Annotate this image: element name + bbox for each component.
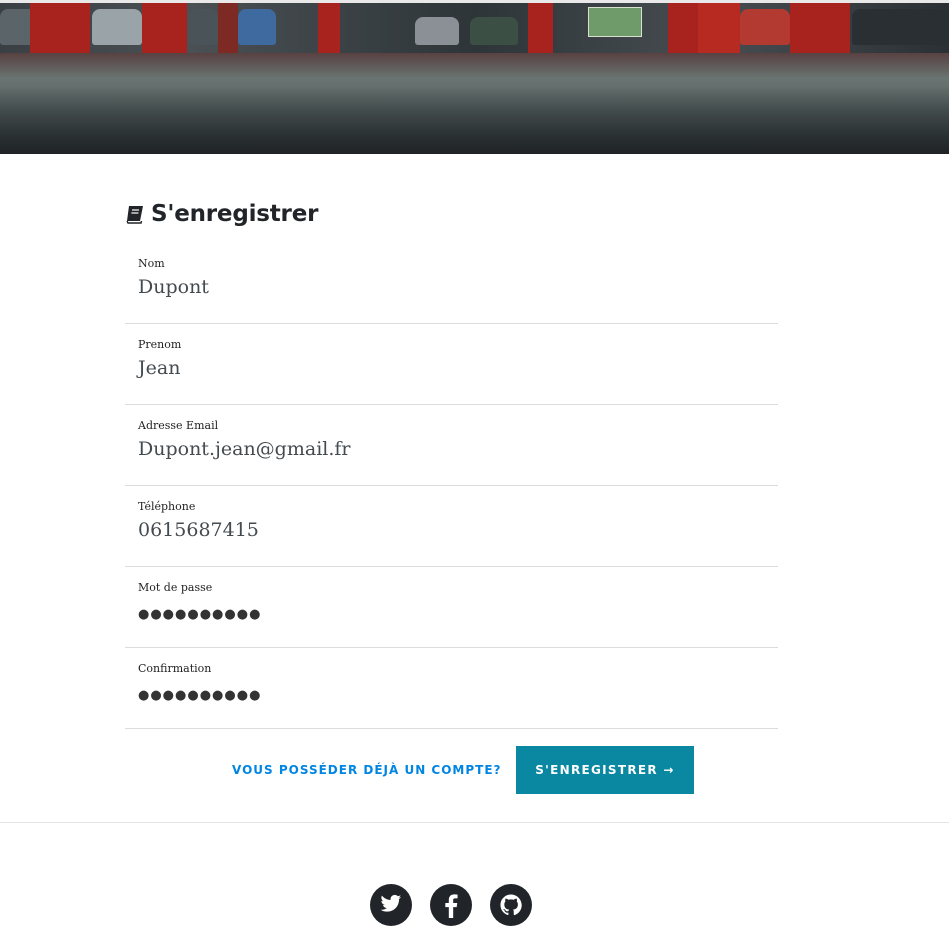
- page-title-text: S'enregistrer: [151, 201, 319, 227]
- nom-field[interactable]: Nom Dupont: [125, 242, 778, 324]
- pillar-shape: [30, 3, 90, 53]
- email-label: Adresse Email: [138, 419, 219, 432]
- github-icon[interactable]: [490, 884, 532, 926]
- password-field[interactable]: Mot de passe ●●●●●●●●●●: [125, 566, 778, 648]
- wall-sign: [588, 7, 642, 37]
- car-shape: [740, 9, 790, 45]
- footer-divider: [0, 822, 949, 823]
- floor-reflection: [0, 53, 949, 154]
- prenom-field[interactable]: Prenom Jean: [125, 323, 778, 405]
- car-shape: [92, 9, 142, 45]
- login-link[interactable]: Vous posséder déjà un compte?: [232, 763, 502, 777]
- phone-input[interactable]: 0615687415: [138, 519, 259, 541]
- pillar-shape: [668, 3, 698, 53]
- twitter-icon[interactable]: [370, 884, 412, 926]
- car-shape: [238, 9, 276, 45]
- pillar-shape: [790, 3, 850, 53]
- pillar-shape: [318, 3, 340, 53]
- nom-label: Nom: [138, 257, 165, 270]
- pillar-shape: [142, 3, 187, 53]
- confirmation-label: Confirmation: [138, 662, 212, 675]
- form-actions: Vous posséder déjà un compte? S'enregist…: [125, 746, 778, 794]
- page-title: S'enregistrer: [125, 198, 318, 230]
- car-shape: [852, 9, 949, 45]
- nom-input[interactable]: Dupont: [138, 276, 209, 298]
- confirmation-field[interactable]: Confirmation ●●●●●●●●●●: [125, 647, 778, 729]
- phone-field[interactable]: Téléphone 0615687415: [125, 485, 778, 567]
- prenom-label: Prenom: [138, 338, 182, 351]
- facebook-icon[interactable]: [430, 884, 472, 926]
- prenom-input[interactable]: Jean: [138, 357, 180, 379]
- social-links: [370, 884, 540, 926]
- car-shape: [188, 9, 218, 45]
- book-icon: [125, 204, 145, 224]
- confirmation-input[interactable]: ●●●●●●●●●●: [138, 688, 261, 703]
- pillar-shape: [218, 3, 238, 53]
- pillar-shape: [698, 3, 740, 53]
- car-shape: [470, 17, 518, 45]
- email-field[interactable]: Adresse Email Dupont.jean@gmail.fr: [125, 404, 778, 486]
- phone-label: Téléphone: [138, 500, 196, 513]
- car-shape: [415, 17, 459, 45]
- register-button[interactable]: S'enregistrer →: [516, 746, 694, 794]
- password-label: Mot de passe: [138, 581, 213, 594]
- email-input[interactable]: Dupont.jean@gmail.fr: [138, 438, 351, 460]
- password-input[interactable]: ●●●●●●●●●●: [138, 607, 261, 622]
- header-image: [0, 3, 949, 154]
- pillar-shape: [528, 3, 553, 53]
